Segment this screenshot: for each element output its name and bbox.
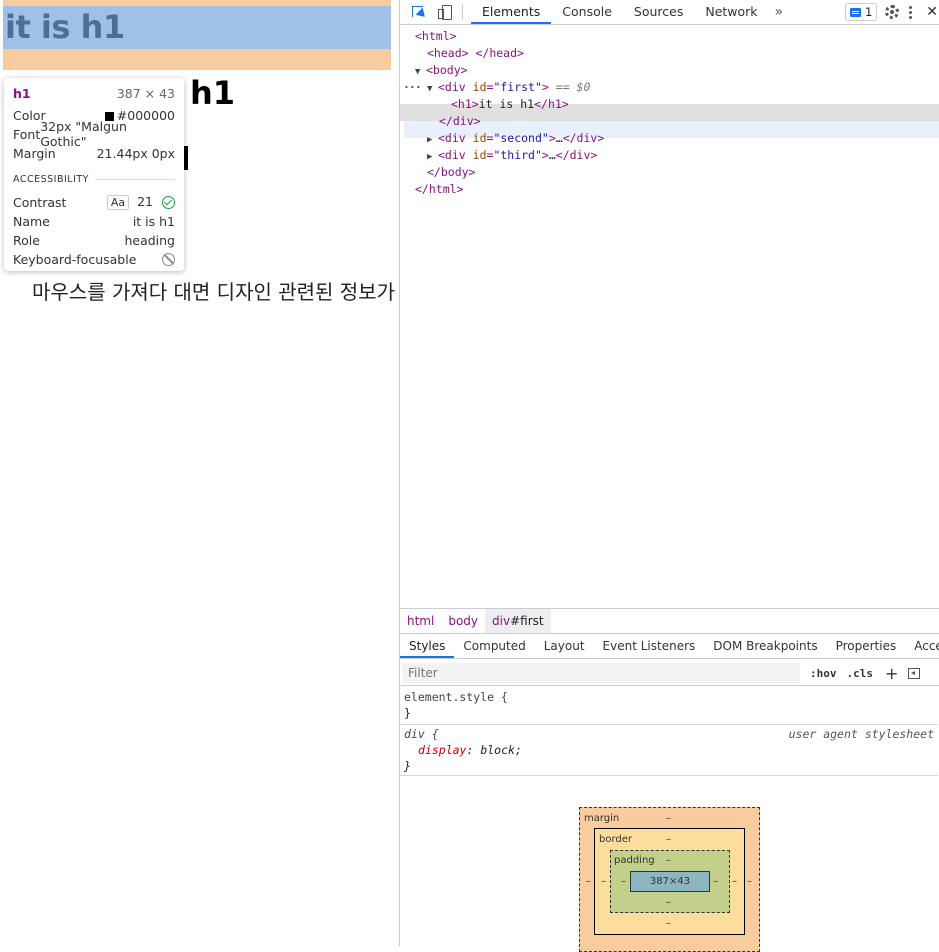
device-toggle-icon[interactable] [436,4,454,20]
display-property[interactable]: display [418,743,466,757]
second-heading-partial: h1 [190,74,236,112]
breadcrumb-body[interactable]: body [441,609,485,633]
div-selector[interactable]: div { [404,727,439,741]
element-style-selector[interactable]: element.style { [404,690,508,704]
tab-computed[interactable]: Computed [454,634,534,658]
new-rule-plus-icon[interactable]: + [885,664,898,683]
user-agent-label: user agent stylesheet [788,727,934,741]
box-padding-left-value: – [621,876,626,887]
tab-accessibility[interactable]: Accessibility [905,634,939,658]
breadcrumb-div-first[interactable]: div#first [485,609,551,633]
dom-div-second[interactable]: ▶ <div id="second">…</div> [427,130,604,147]
tab-sources[interactable]: Sources [623,0,694,24]
box-border-label: border [599,834,633,845]
inspect-tooltip: h1 387 × 43 Color #000000 Font 32px "Mal… [4,78,184,271]
hov-toggle[interactable]: :hov [810,667,837,680]
box-padding-label: padding [614,855,655,866]
dom-body-open[interactable]: ▼ <body> [415,62,468,79]
tooltip-tag: h1 [13,85,31,101]
inspect-element-icon[interactable] [410,4,428,20]
row-dots-icon: ··· [403,80,422,94]
box-border-left-value: – [601,876,606,887]
tooltip-name-label: Name [13,213,50,229]
devtools-panel: Elements Console Sources Network » 1 ✕ <… [399,0,939,952]
contrast-ratio: 21 [137,194,153,209]
tooltip-accessibility-section: ACCESSIBILITY [13,174,175,185]
box-padding-bottom-value: – [666,897,671,908]
more-options-icon[interactable] [909,10,913,14]
styles-filter-bar: :hov .cls + [400,661,939,686]
close-icon[interactable]: ✕ [926,4,938,20]
check-circle-icon [162,196,175,209]
box-border-top-value: – [666,834,671,845]
tab-network[interactable]: Network [694,0,768,24]
tab-layout[interactable]: Layout [535,634,594,658]
cls-toggle[interactable]: .cls [847,667,874,680]
element-style-close: } [404,706,411,720]
tab-console[interactable]: Console [551,0,623,24]
dom-h1[interactable]: <h1>it is h1</h1> [451,96,569,113]
tab-properties[interactable]: Properties [827,634,906,658]
dom-div-close[interactable]: </div> [439,113,481,130]
breadcrumb: html body div#first [400,608,939,634]
box-padding-right-value: – [713,876,718,887]
box-border-right-value: – [732,876,737,887]
tooltip-margin-label: Margin [13,145,56,161]
box-margin-right-value: – [747,876,752,887]
box-margin-label: margin [584,813,620,824]
issues-badge[interactable]: 1 [844,3,878,21]
dom-html-open[interactable]: <html> [415,28,457,45]
dom-body-close[interactable]: </body> [427,164,475,181]
tooltip-section-title: ACCESSIBILITY [13,174,89,185]
box-margin-left-value: – [586,876,591,887]
more-tabs-icon[interactable]: » [775,4,784,20]
expanded-triangle-icon: ▼ [427,84,433,94]
toolbar-divider [462,4,463,20]
page-description: 마우스를 가져다 대면 디자인 관련된 정보가 나온다 [32,280,399,304]
not-focusable-icon [162,252,175,266]
tooltip-name-value: it is h1 [132,213,175,229]
tooltip-margin-value: 21.44px 0px [96,145,175,161]
dom-div-third[interactable]: ▶ <div id="third">…</div> [427,147,597,164]
page-viewport: it is h1 h1 마우스를 가져다 대면 디자인 관련된 정보가 나온다 … [0,0,399,946]
rule-div-ua: div {user agent stylesheet display: bloc… [400,724,938,776]
div-rule-close: } [404,759,411,773]
tooltip-dimensions: 387 × 43 [116,85,175,101]
dom-head[interactable]: <head> </head> [427,45,524,62]
tooltip-keyboard-label: Keyboard-focusable [13,251,137,267]
box-border-bottom-value: – [666,918,671,929]
page-heading[interactable]: it is h1 [5,8,125,46]
tooltip-role-value: heading [124,232,175,248]
sidebar-toggle-icon[interactable] [908,667,921,679]
box-margin-top-value: – [666,813,671,824]
devtools-toolbar: Elements Console Sources Network » 1 ✕ [400,0,939,25]
display-value[interactable]: block; [480,743,522,757]
styles-tabbar: Styles Computed Layout Event Listeners D… [400,634,939,659]
issues-count: 1 [864,5,873,19]
tooltip-contrast-label: Contrast [13,194,67,210]
gear-icon[interactable] [885,5,900,19]
tooltip-contrast-value: Aa 21 [106,194,175,210]
contrast-aa-badge: Aa [106,195,130,210]
tab-event-listeners[interactable]: Event Listeners [594,634,705,658]
tab-elements[interactable]: Elements [471,0,552,24]
tab-styles[interactable]: Styles [400,634,455,658]
styles-filter-input[interactable] [402,663,800,683]
tab-dom-breakpoints[interactable]: DOM Breakpoints [704,634,826,658]
message-icon [849,7,861,17]
rule-element-style: element.style { } [400,687,938,725]
tooltip-role-label: Role [13,232,40,248]
box-model-content[interactable]: 387×43 [630,871,710,892]
tooltip-font-label: Font [13,126,41,142]
breadcrumb-html[interactable]: html [400,609,441,633]
highlight-margin-bottom [3,49,391,70]
dom-html-close[interactable]: </html> [415,181,463,198]
box-padding-top-value: – [666,855,671,866]
